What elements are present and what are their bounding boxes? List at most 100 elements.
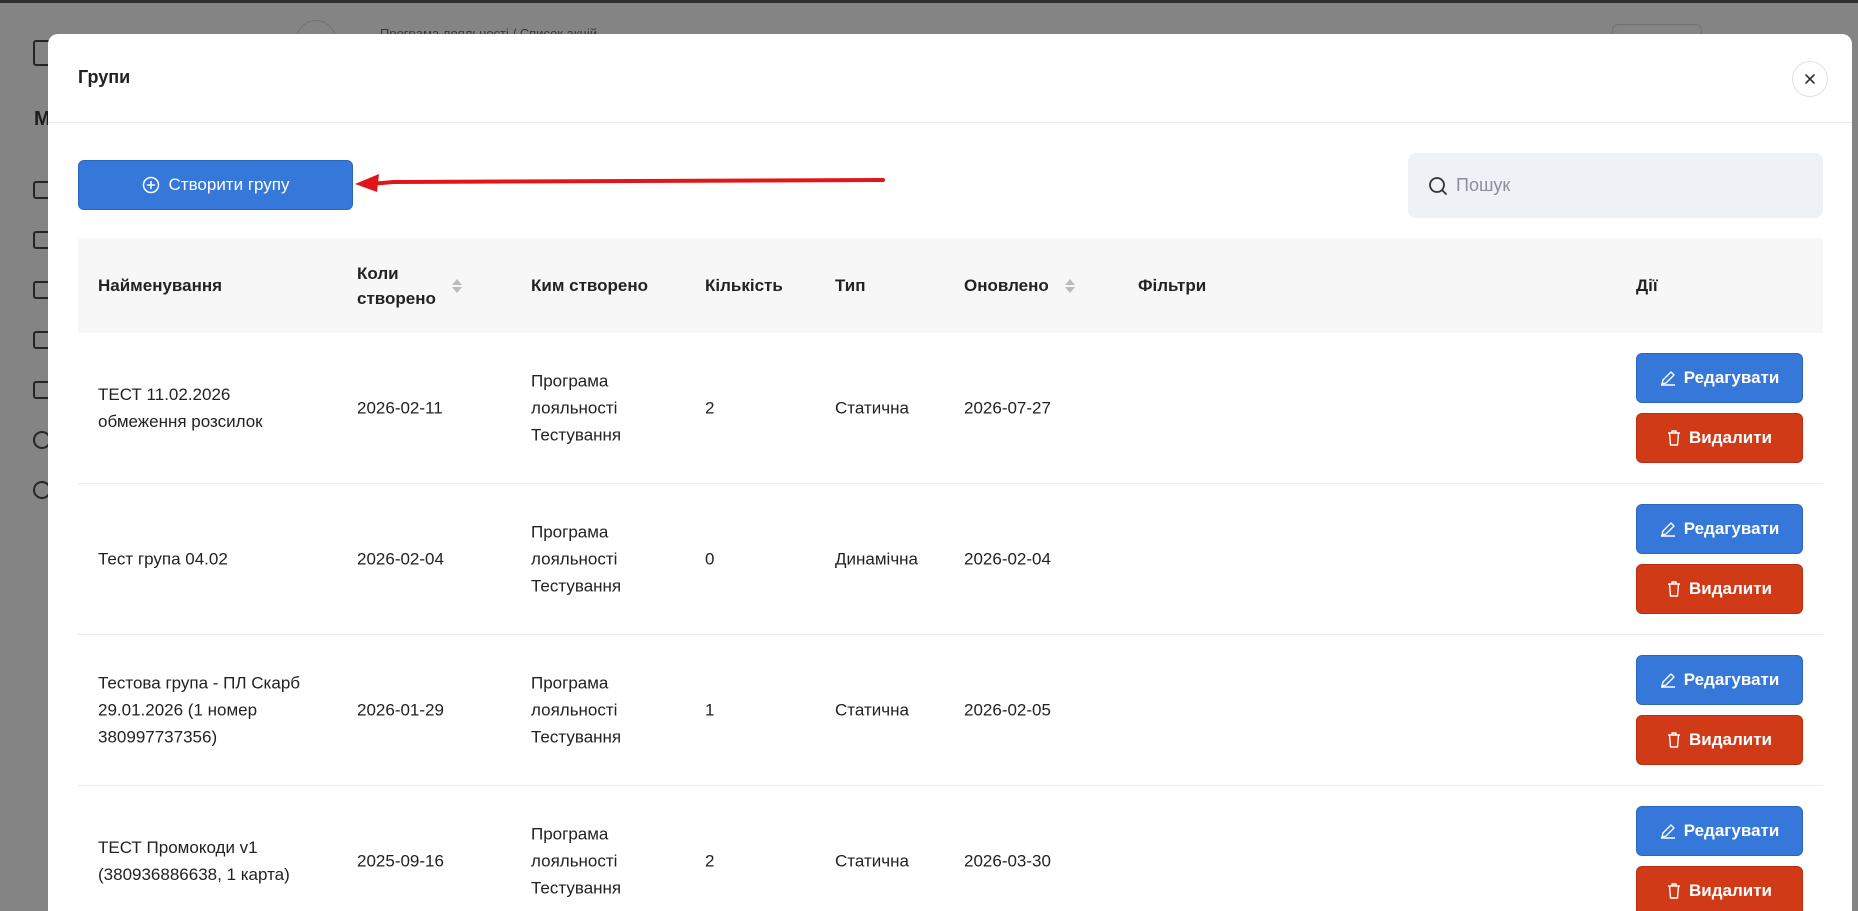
cell-author-line: Програма (531, 673, 609, 693)
cell-author-line: Програма (531, 522, 609, 542)
cell-count: 1 (705, 700, 715, 720)
cell-updated: 2026-03-30 (964, 851, 1051, 871)
header-author: Ким створено (531, 276, 649, 295)
cell-name: ТЕСТ Промокоди v1 (380936886638, 1 карта… (98, 834, 290, 888)
delete-button[interactable]: Видалити (1636, 413, 1803, 463)
cell-created: 2026-01-29 (357, 700, 444, 720)
edit-label: Редагувати (1683, 368, 1780, 387)
sort-icon[interactable] (451, 278, 462, 293)
pencil-icon (1660, 522, 1675, 537)
pencil-icon (1660, 371, 1675, 386)
edit-label: Редагувати (1683, 519, 1780, 538)
cell-author: Програма лояльності Тестування (531, 821, 621, 902)
table-row: Тестова група - ПЛ Скарб 29.01.2026 (1 н… (78, 635, 1823, 786)
cell-created: 2026-02-11 (357, 398, 443, 418)
table-row: ТЕСТ Промокоди v1 (380936886638, 1 карта… (78, 786, 1823, 911)
delete-button[interactable]: Видалити (1636, 564, 1803, 614)
cell-updated: 2026-02-04 (964, 549, 1051, 569)
groups-modal: Групи Створити групу Найменування К (48, 34, 1852, 911)
header-actions: Дії (1636, 276, 1658, 295)
cell-name-line: обмеження розсилок (98, 412, 263, 431)
cell-name-line: (380936886638, 1 карта) (98, 865, 290, 884)
cell-type: Статична (835, 851, 909, 871)
row-actions: Редагувати Видалити (1636, 353, 1803, 463)
cell-created: 2026-02-04 (357, 549, 444, 569)
delete-label: Видалити (1689, 428, 1772, 447)
annotation-arrow (355, 174, 885, 192)
cell-author-line: лояльності (531, 398, 618, 418)
cell-author-line: лояльності (531, 700, 618, 720)
edit-button[interactable]: Редагувати (1636, 504, 1803, 554)
delete-button[interactable]: Видалити (1636, 715, 1803, 765)
header-count: Кількість (705, 276, 783, 295)
trash-icon (1668, 732, 1680, 748)
table-row: ТЕСТ 11.02.2026 обмеження розсилок 2026-… (78, 333, 1823, 484)
cell-type: Статична (835, 700, 909, 720)
delete-label: Видалити (1689, 579, 1772, 598)
cell-count: 0 (705, 549, 715, 569)
cell-created: 2025-09-16 (357, 851, 444, 871)
search-icon (1429, 176, 1447, 195)
row-actions: Редагувати Видалити (1636, 504, 1803, 614)
cell-author: Програма лояльності Тестування (531, 519, 621, 600)
header-created-line2: створено (357, 288, 436, 308)
cell-count: 2 (705, 851, 715, 871)
plus-circle-icon (142, 176, 159, 194)
search-box[interactable] (1408, 153, 1823, 218)
cell-author-line: Програма (531, 371, 609, 391)
header-updated-label: Оновлено (964, 276, 1049, 295)
cell-type: Статична (835, 398, 909, 418)
cell-author-line: Тестування (531, 878, 622, 898)
cell-name-line: 380997737356) (98, 727, 218, 747)
cell-name-line: ТЕСТ Промокоди v1 (98, 838, 258, 857)
cell-author: Програма лояльності Тестування (531, 670, 621, 751)
modal-title: Групи (78, 67, 131, 87)
cell-author: Програма лояльності Тестування (531, 368, 621, 449)
edit-label: Редагувати (1683, 821, 1780, 840)
cell-count: 2 (705, 398, 715, 418)
cell-author-line: Програма (531, 824, 609, 844)
close-icon (1805, 74, 1815, 84)
header-created-line1: Коли (357, 263, 399, 283)
cell-name-line: Тест група 04.02 (98, 549, 228, 569)
cell-name: Тест група 04.02 (98, 546, 228, 573)
close-button[interactable] (1792, 61, 1828, 97)
cell-updated: 2026-07-27 (964, 398, 1051, 418)
trash-icon (1668, 581, 1680, 597)
cell-name-line: 29.01.2026 (1 номер (98, 700, 258, 720)
cell-author-line: Тестування (531, 425, 622, 445)
header-created[interactable]: Коли створено (357, 261, 462, 311)
cell-name: Тестова група - ПЛ Скарб 29.01.2026 (1 н… (98, 670, 300, 751)
pencil-icon (1660, 824, 1675, 839)
row-actions: Редагувати Видалити (1636, 655, 1803, 765)
cell-name: ТЕСТ 11.02.2026 обмеження розсилок (98, 381, 263, 435)
cell-author-line: лояльності (531, 851, 618, 871)
edit-button[interactable]: Редагувати (1636, 353, 1803, 403)
delete-button[interactable]: Видалити (1636, 866, 1803, 911)
cell-name-line: Тестова група - ПЛ Скарб (98, 673, 301, 693)
trash-icon (1668, 883, 1680, 899)
pencil-icon (1660, 673, 1675, 688)
header-name: Найменування (98, 276, 223, 295)
edit-label: Редагувати (1683, 670, 1780, 689)
header-created-label: Коли створено (357, 261, 436, 311)
edit-button[interactable]: Редагувати (1636, 806, 1803, 856)
table-header: Найменування Коли створено Ким створено … (78, 238, 1823, 333)
delete-label: Видалити (1689, 881, 1772, 900)
search-input[interactable] (1456, 175, 1796, 196)
cell-author-line: Тестування (531, 576, 622, 596)
cell-author-line: лояльності (531, 549, 618, 569)
create-group-button[interactable]: Створити групу (78, 160, 353, 210)
cell-author-line: Тестування (531, 727, 622, 747)
sort-icon[interactable] (1064, 278, 1075, 293)
header-updated[interactable]: Оновлено (964, 273, 1075, 298)
cell-name-line: ТЕСТ 11.02.2026 (98, 385, 231, 404)
create-group-label: Створити групу (168, 175, 290, 194)
delete-label: Видалити (1689, 730, 1772, 749)
trash-icon (1668, 430, 1680, 446)
groups-table: Найменування Коли створено Ким створено … (78, 238, 1823, 911)
edit-button[interactable]: Редагувати (1636, 655, 1803, 705)
modal-header: Групи (48, 34, 1852, 123)
cell-type: Динамічна (835, 549, 919, 569)
header-type: Тип (835, 276, 866, 295)
